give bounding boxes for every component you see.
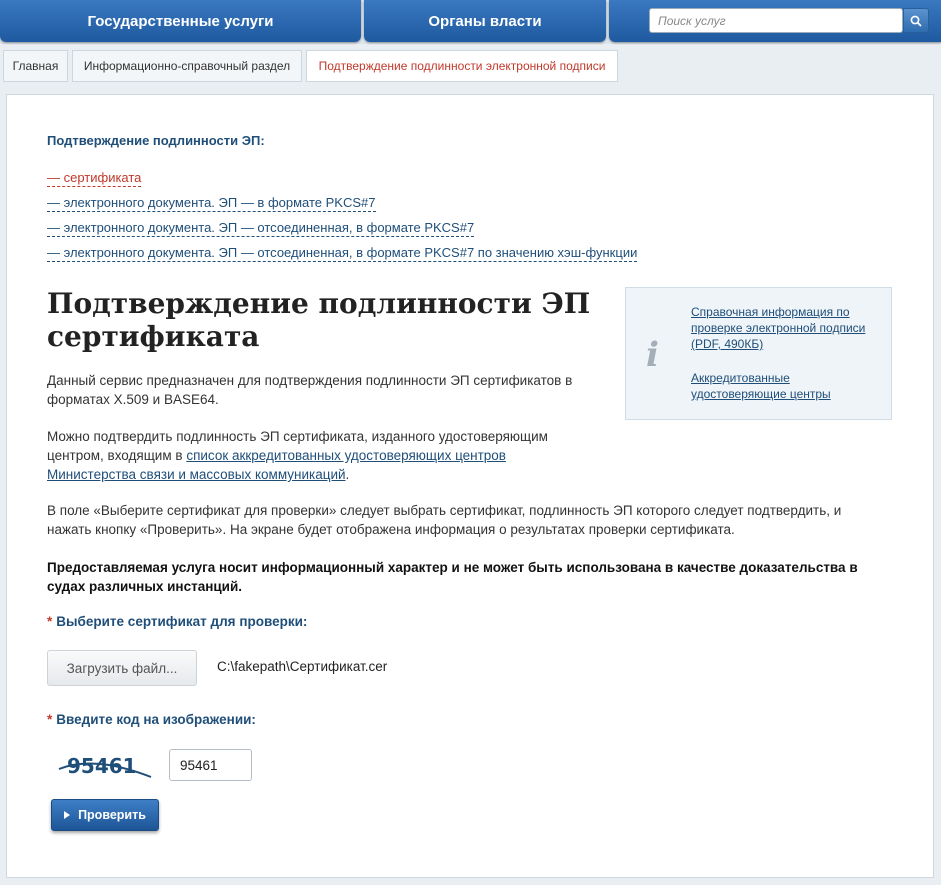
captcha-image: 95461 bbox=[55, 747, 155, 787]
page-title-line2: сертификата bbox=[47, 320, 260, 353]
selected-file-path: C:\fakepath\Сертификат.cer bbox=[217, 659, 388, 674]
subnav-link-document-hash[interactable]: — электронного документа. ЭП — отсоедине… bbox=[47, 245, 638, 262]
subnav-link-document-detached[interactable]: — электронного документа. ЭП — отсоедине… bbox=[47, 220, 475, 237]
verify-button-label: Проверить bbox=[78, 808, 146, 822]
search-bar bbox=[609, 0, 941, 42]
certificate-label-text: Выберите сертификат для проверки: bbox=[56, 614, 308, 629]
tab-authorities[interactable]: Органы власти bbox=[364, 0, 606, 42]
page-title: Подтверждение подлинности ЭП сертификата bbox=[47, 287, 607, 353]
breadcrumb: Главная Информационно-справочный раздел … bbox=[0, 50, 620, 82]
info-icon: i bbox=[646, 335, 659, 375]
captcha-text: 95461 bbox=[67, 754, 137, 778]
required-marker: * bbox=[47, 614, 53, 629]
subnav-link-document-pkcs7[interactable]: — электронного документа. ЭП — в формате… bbox=[47, 195, 376, 212]
captcha-input[interactable] bbox=[169, 749, 252, 781]
top-navigation: Государственные услуги Органы власти bbox=[0, 0, 941, 44]
upload-file-button[interactable]: Загрузить файл... bbox=[47, 650, 197, 686]
page-title-line1: Подтверждение подлинности ЭП bbox=[47, 287, 591, 320]
subnav-heading: Подтверждение подлинности ЭП: bbox=[47, 133, 265, 148]
captcha-label-text: Введите код на изображении: bbox=[56, 712, 256, 727]
breadcrumb-home[interactable]: Главная bbox=[3, 50, 68, 82]
subnav-link-certificate[interactable]: — сертификата bbox=[47, 170, 142, 187]
captcha-field-label: * Введите код на изображении: bbox=[47, 712, 256, 727]
verify-button[interactable]: Проверить bbox=[51, 799, 159, 831]
instructions-paragraph: В поле «Выберите сертификат для проверки… bbox=[47, 503, 842, 537]
required-marker: * bbox=[47, 712, 53, 727]
accreditation-period: . bbox=[345, 467, 350, 482]
notice-paragraph: Предоставляемая услуга носит информацион… bbox=[47, 560, 858, 594]
info-link-accredited-centers[interactable]: Аккредитованные удостоверяющие центры bbox=[691, 370, 871, 402]
info-link-reference-pdf[interactable]: Справочная информация по проверке электр… bbox=[691, 304, 871, 352]
breadcrumb-current: Подтверждение подлинности электронной по… bbox=[306, 50, 618, 82]
tab-government-services[interactable]: Государственные услуги bbox=[0, 0, 361, 42]
breadcrumb-info-section[interactable]: Информационно-справочный раздел bbox=[72, 50, 302, 82]
search-button[interactable] bbox=[903, 8, 929, 33]
description-paragraph: Данный сервис предназначен для подтвержд… bbox=[47, 373, 573, 407]
main-panel: Подтверждение подлинности ЭП: — сертифик… bbox=[6, 94, 934, 878]
play-icon bbox=[64, 811, 71, 819]
search-input[interactable] bbox=[649, 8, 903, 33]
info-box: i Справочная информация по проверке элек… bbox=[625, 287, 892, 420]
accreditation-paragraph: Можно подтвердить подлинность ЭП сертифи… bbox=[47, 427, 577, 484]
search-icon bbox=[910, 15, 922, 27]
certificate-field-label: * Выберите сертификат для проверки: bbox=[47, 614, 307, 629]
